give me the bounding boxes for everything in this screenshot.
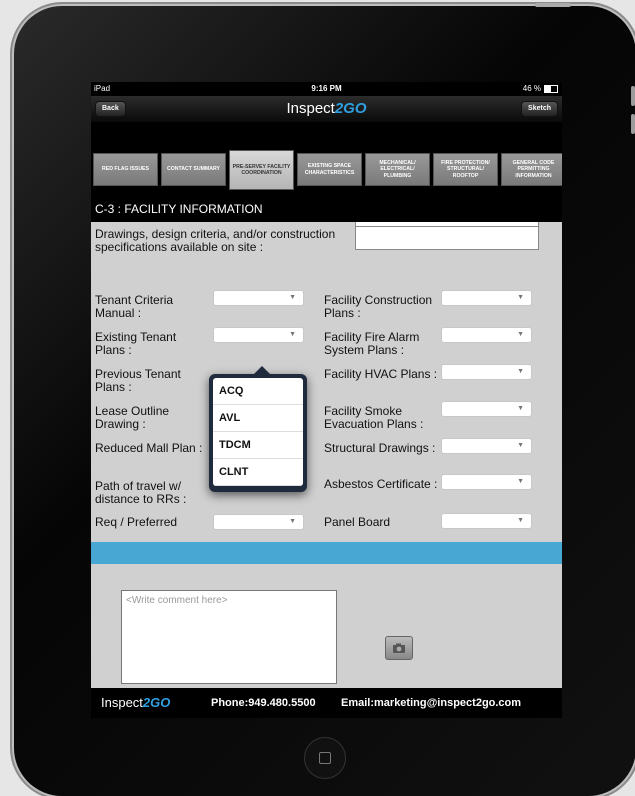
dropdown-list: ACQ AVL TDCM CLNT	[213, 378, 303, 486]
left-field-label: Path of travel w/ distance to RRs :	[95, 479, 187, 506]
smoke-evacuation-select[interactable]: ▼	[441, 401, 532, 417]
drawings-label: Drawings, design criteria, and/or constr…	[95, 227, 336, 254]
right-field-label: Facility HVAC Plans :	[324, 367, 438, 381]
nav-bar: Back Inspect2GO Sketch	[91, 96, 562, 122]
tenant-criteria-select[interactable]: ▼	[213, 290, 304, 306]
chevron-down-icon: ▼	[517, 442, 524, 449]
req-preferred-select[interactable]: ▼	[213, 514, 304, 530]
tab-fire-protection[interactable]: FIRE PROTECTION/ STRUCTURAL/ ROOFTOP	[433, 153, 498, 186]
tab-label: MECHANICAL/ ELECTRICAL/ PLUMBING	[379, 159, 416, 179]
hvac-select[interactable]: ▼	[441, 364, 532, 380]
chevron-down-icon: ▼	[517, 331, 524, 338]
volume-down-button	[631, 114, 635, 134]
sleep-button	[535, 3, 571, 7]
left-field-label: Reduced Mall Plan :	[95, 441, 203, 455]
chevron-down-icon: ▼	[517, 405, 524, 412]
fire-alarm-select[interactable]: ▼	[441, 327, 532, 343]
footer-logo: Inspect2GO	[101, 695, 170, 710]
right-field-label: Structural Drawings :	[324, 441, 436, 455]
footer-logo-text: Inspect	[101, 695, 143, 710]
battery-percent: 46 %	[522, 84, 541, 93]
clock: 9:16 PM	[311, 84, 342, 93]
right-field-label: Facility Smoke Evacuation Plans :	[324, 404, 424, 431]
facility-form: Drawings, design criteria, and/or constr…	[91, 222, 562, 542]
tab-mechanical[interactable]: MECHANICAL/ ELECTRICAL/ PLUMBING	[365, 153, 430, 186]
chevron-down-icon: ▼	[289, 294, 296, 301]
right-field-label: Facility Fire Alarm System Plans :	[324, 330, 420, 357]
right-field-label: Panel Board	[324, 515, 391, 529]
comment-field[interactable]: <Write comment here>	[121, 590, 337, 684]
tab-label: RED FLAG ISSUES	[102, 166, 149, 173]
sketch-button[interactable]: Sketch	[521, 101, 558, 117]
existing-tenant-select[interactable]: ▼	[213, 327, 304, 343]
left-field-label: Req / Preferred	[95, 515, 178, 529]
footer-phone: Phone:949.480.5500	[211, 697, 316, 709]
tab-label: FIRE PROTECTION/ STRUCTURAL/ ROOFTOP	[441, 159, 490, 179]
chevron-down-icon: ▼	[289, 518, 296, 525]
dropdown-option[interactable]: ACQ	[213, 378, 303, 405]
chevron-down-icon: ▼	[517, 517, 524, 524]
left-field-label: Lease Outline Drawing :	[95, 404, 170, 431]
tab-red-flag-issues[interactable]: RED FLAG ISSUES	[93, 153, 158, 186]
panel-board-select[interactable]: ▼	[441, 513, 532, 529]
camera-button[interactable]	[385, 636, 413, 660]
battery-icon	[544, 84, 558, 93]
battery-status: 46 %	[523, 84, 558, 93]
section-tabs: RED FLAG ISSUES CONTACT SUMMARY PRE-SERV…	[91, 150, 562, 190]
volume-up-button	[631, 86, 635, 106]
popover-arrow	[253, 366, 271, 375]
dropdown-option[interactable]: AVL	[213, 405, 303, 432]
structural-select[interactable]: ▼	[441, 438, 532, 454]
footer-email: Email:marketing@inspect2go.com	[341, 697, 522, 709]
right-field-label: Asbestos Certificate :	[324, 477, 438, 491]
chevron-down-icon: ▼	[517, 478, 524, 485]
camera-icon	[393, 643, 405, 653]
tab-label: PRE-SERVEY FACILITY COORDINATION	[232, 163, 291, 177]
home-button[interactable]	[304, 737, 346, 779]
tab-contact-summary[interactable]: CONTACT SUMMARY	[161, 153, 226, 186]
left-field-label: Existing Tenant Plans :	[95, 330, 177, 357]
home-square-icon	[319, 752, 331, 764]
tab-general-code[interactable]: GENERAL CODE PERMITTING INFORMATION	[501, 153, 562, 186]
chevron-down-icon: ▼	[517, 368, 524, 375]
comment-area: <Write comment here>	[91, 564, 562, 688]
drawings-field[interactable]	[355, 226, 539, 250]
asbestos-select[interactable]: ▼	[441, 474, 532, 490]
chevron-down-icon: ▼	[517, 294, 524, 301]
facility-construction-select[interactable]: ▼	[441, 290, 532, 306]
left-field-label: Previous Tenant Plans :	[95, 367, 181, 394]
footer: Inspect2GO Phone:949.480.5500 Email:mark…	[91, 688, 562, 718]
footer-logo-accent: 2GO	[142, 695, 171, 710]
tab-pre-servey[interactable]: PRE-SERVEY FACILITY COORDINATION	[229, 150, 294, 190]
left-field-label: Tenant Criteria Manual :	[95, 293, 174, 320]
screen: iPad 9:16 PM 46 % Back Inspect2GO Sketch…	[91, 82, 562, 718]
tab-label: CONTACT SUMMARY	[166, 166, 221, 173]
dropdown-option[interactable]: TDCM	[213, 432, 303, 459]
chevron-down-icon: ▼	[289, 331, 296, 338]
section-title: C-3 : FACILITY INFORMATION	[95, 202, 263, 216]
tab-label: EXISTING SPACE CHARACTERISTICS	[304, 163, 355, 176]
logo-accent: 2GO	[334, 100, 367, 117]
tab-existing-space[interactable]: EXISTING SPACE CHARACTERISTICS	[297, 153, 362, 186]
dropdown-popover: ACQ AVL TDCM CLNT	[209, 366, 307, 492]
divider-bar	[91, 542, 562, 564]
logo-text: Inspect	[286, 100, 335, 117]
right-field-label: Facility Construction Plans :	[324, 293, 433, 320]
dropdown-option[interactable]: CLNT	[213, 459, 303, 486]
app-logo: Inspect2GO	[91, 100, 562, 117]
status-bar: iPad 9:16 PM 46 %	[91, 82, 562, 96]
tab-label: GENERAL CODE PERMITTING INFORMATION	[512, 159, 555, 179]
